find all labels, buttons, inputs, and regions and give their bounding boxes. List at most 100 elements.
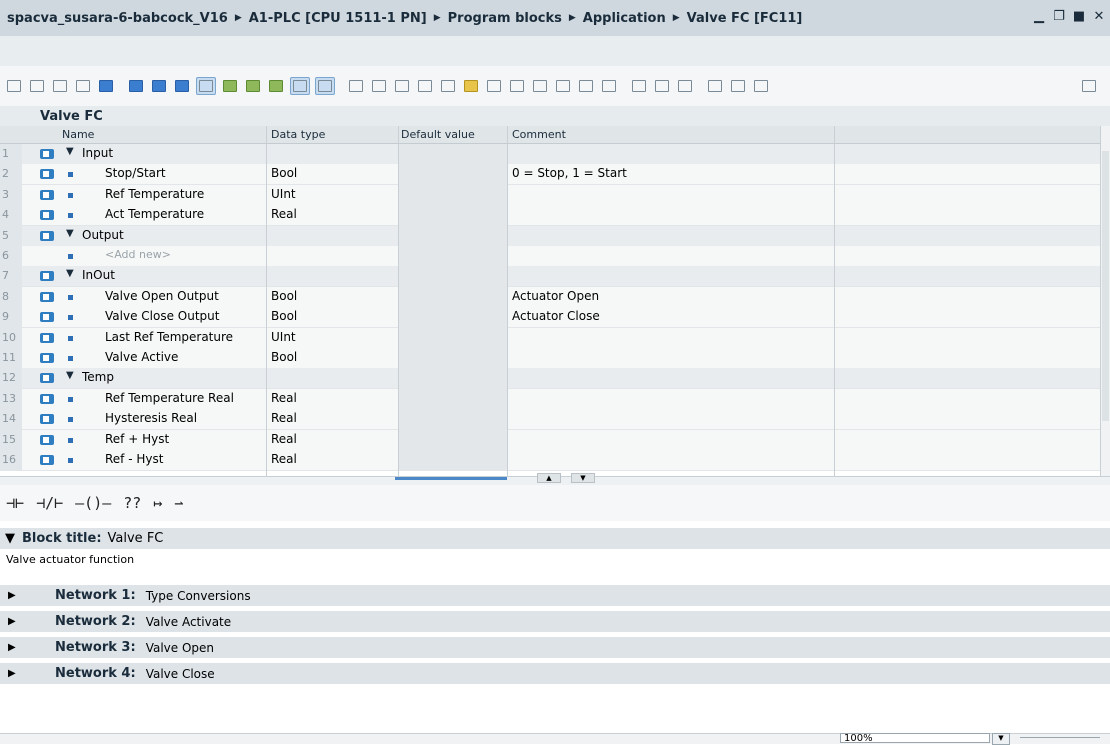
table-row[interactable]: 2 Stop/Start Bool 0 = Stop, 1 = Start [0, 164, 1100, 186]
close-icon[interactable]: ✕ [1092, 9, 1106, 24]
add-row-icon[interactable] [28, 78, 46, 94]
zoom-dropdown-icon[interactable]: ▼ [992, 733, 1010, 745]
favorites-icon[interactable] [315, 77, 335, 95]
variable-name[interactable]: Ref Temperature Real [105, 391, 234, 405]
normally-open-contact-icon[interactable]: ⊣⊢ [6, 494, 24, 512]
collapse-up-icon[interactable]: ▲ [537, 473, 561, 483]
variable-name[interactable]: Stop/Start [105, 166, 166, 180]
table-row[interactable]: 8 Valve Open Output Bool Actuator Open [0, 286, 1100, 308]
row-number[interactable]: 15 [0, 429, 22, 450]
variable-data-type[interactable]: UInt [271, 330, 296, 344]
expand-triangle-icon[interactable]: ▼ [66, 268, 74, 279]
row-number[interactable]: 11 [0, 348, 22, 368]
set-instance-icon[interactable] [439, 78, 457, 94]
restore-icon[interactable]: ❐ [1052, 9, 1066, 24]
sort-asc-icon[interactable] [577, 78, 595, 94]
pause-icon[interactable] [630, 78, 648, 94]
indent-left-icon[interactable] [485, 78, 503, 94]
table-row[interactable]: 3 Ref Temperature UInt [0, 184, 1100, 206]
variable-comment[interactable]: Actuator Close [512, 309, 600, 323]
variable-data-type[interactable]: Real [271, 432, 297, 446]
table-row[interactable]: 11 Valve Active Bool [0, 348, 1100, 369]
variable-name[interactable]: Hysteresis Real [105, 411, 197, 425]
variable-data-type[interactable]: Bool [271, 166, 297, 180]
variable-data-type[interactable]: UInt [271, 187, 296, 201]
split-bar[interactable]: ▲ ▼ [0, 473, 1110, 485]
monitor-icon[interactable] [196, 77, 216, 95]
section-row[interactable]: 7 ▼ InOut [0, 266, 1100, 288]
minimize-icon[interactable]: ▁ [1032, 9, 1046, 24]
row-number[interactable]: 6 [0, 246, 22, 266]
network-row[interactable]: ▶ Network 3: Valve Open [0, 637, 1110, 658]
table-row[interactable]: 9 Valve Close Output Bool Actuator Close [0, 307, 1100, 329]
network-row[interactable]: ▶ Network 4: Valve Close [0, 663, 1110, 684]
variable-data-type[interactable]: Bool [271, 350, 297, 364]
row-number[interactable]: 12 [0, 368, 22, 389]
comment-icon[interactable] [173, 78, 191, 94]
variable-comment[interactable]: 0 = Stop, 1 = Start [512, 166, 627, 180]
variable-data-type[interactable]: Real [271, 411, 297, 425]
close-branch-icon[interactable]: ⇀ [174, 494, 183, 512]
block-title-value[interactable]: Valve FC [108, 531, 164, 546]
col-name[interactable]: Name [62, 128, 94, 141]
go-to-next-error-icon[interactable] [347, 78, 365, 94]
expand-icon[interactable] [221, 78, 239, 94]
remove-row-icon[interactable] [74, 78, 92, 94]
network-icon[interactable] [150, 78, 168, 94]
step-in-icon[interactable] [653, 78, 671, 94]
table-row[interactable]: 15 Ref + Hyst Real [0, 429, 1100, 451]
compile-icon[interactable] [462, 78, 480, 94]
block-comment[interactable]: Valve actuator function [0, 550, 1110, 580]
variable-data-type[interactable]: Bool [271, 309, 297, 323]
maximize-icon[interactable]: ■ [1072, 9, 1086, 24]
table-row[interactable]: 13 Ref Temperature Real Real [0, 388, 1100, 410]
insert-row-icon[interactable] [5, 78, 23, 94]
variable-name[interactable]: Temp [82, 370, 114, 384]
network-title[interactable]: Valve Activate [146, 615, 231, 629]
variable-name[interactable]: Output [82, 228, 124, 242]
row-number[interactable]: 5 [0, 225, 22, 246]
sort-desc-icon[interactable] [600, 78, 618, 94]
col-comment[interactable]: Comment [512, 128, 566, 141]
variable-name[interactable]: Ref - Hyst [105, 452, 163, 466]
table-row[interactable]: 16 Ref - Hyst Real [0, 450, 1100, 471]
row-number[interactable]: 2 [0, 164, 22, 185]
variable-name[interactable]: InOut [82, 268, 115, 282]
delete-row-icon[interactable] [51, 78, 69, 94]
row-number[interactable]: 14 [0, 409, 22, 430]
breadcrumb-application[interactable]: Application [583, 11, 666, 26]
expand-arrow-icon[interactable]: ▶ [8, 590, 48, 601]
outdent-icon[interactable] [531, 78, 549, 94]
expand-triangle-icon[interactable]: ▼ [66, 370, 74, 381]
network-title[interactable]: Valve Open [146, 641, 214, 655]
normally-closed-contact-icon[interactable]: ⊣/⊢ [36, 494, 63, 512]
indent-right-icon[interactable] [508, 78, 526, 94]
update-calls-icon[interactable] [393, 78, 411, 94]
table-row[interactable]: 4 Act Temperature Real [0, 205, 1100, 227]
table-row[interactable]: 10 Last Ref Temperature UInt [0, 327, 1100, 349]
variable-name[interactable]: Ref Temperature [105, 187, 204, 201]
variable-name[interactable]: <Add new> [105, 248, 171, 261]
row-number[interactable]: 10 [0, 327, 22, 348]
expand-triangle-icon[interactable]: ▼ [66, 228, 74, 239]
col-data-type[interactable]: Data type [271, 128, 325, 141]
step-out-icon[interactable] [676, 78, 694, 94]
row-number[interactable]: 8 [0, 286, 22, 307]
variable-data-type[interactable]: Real [271, 391, 297, 405]
row-number[interactable]: 9 [0, 307, 22, 328]
vertical-scrollbar[interactable] [1100, 126, 1110, 476]
table-row[interactable]: 6 <Add new> [0, 246, 1100, 267]
variable-comment[interactable]: Actuator Open [512, 289, 599, 303]
list-icon[interactable] [127, 78, 145, 94]
section-row[interactable]: 5 ▼ Output [0, 225, 1100, 247]
breadcrumb-project[interactable]: spacva_susara-6-babcock_V16 [7, 11, 228, 26]
zoom-slider[interactable] [1020, 737, 1100, 738]
variable-data-type[interactable]: Real [271, 452, 297, 466]
network-title[interactable]: Valve Close [146, 667, 215, 681]
empty-box-icon[interactable]: ?? [123, 494, 141, 512]
go-to-previous-error-icon[interactable] [370, 78, 388, 94]
network-comment-icon[interactable] [290, 77, 310, 95]
variable-name[interactable]: Valve Close Output [105, 309, 219, 323]
section-row[interactable]: 12 ▼ Temp [0, 368, 1100, 390]
absolute-operand-icon[interactable] [267, 78, 285, 94]
